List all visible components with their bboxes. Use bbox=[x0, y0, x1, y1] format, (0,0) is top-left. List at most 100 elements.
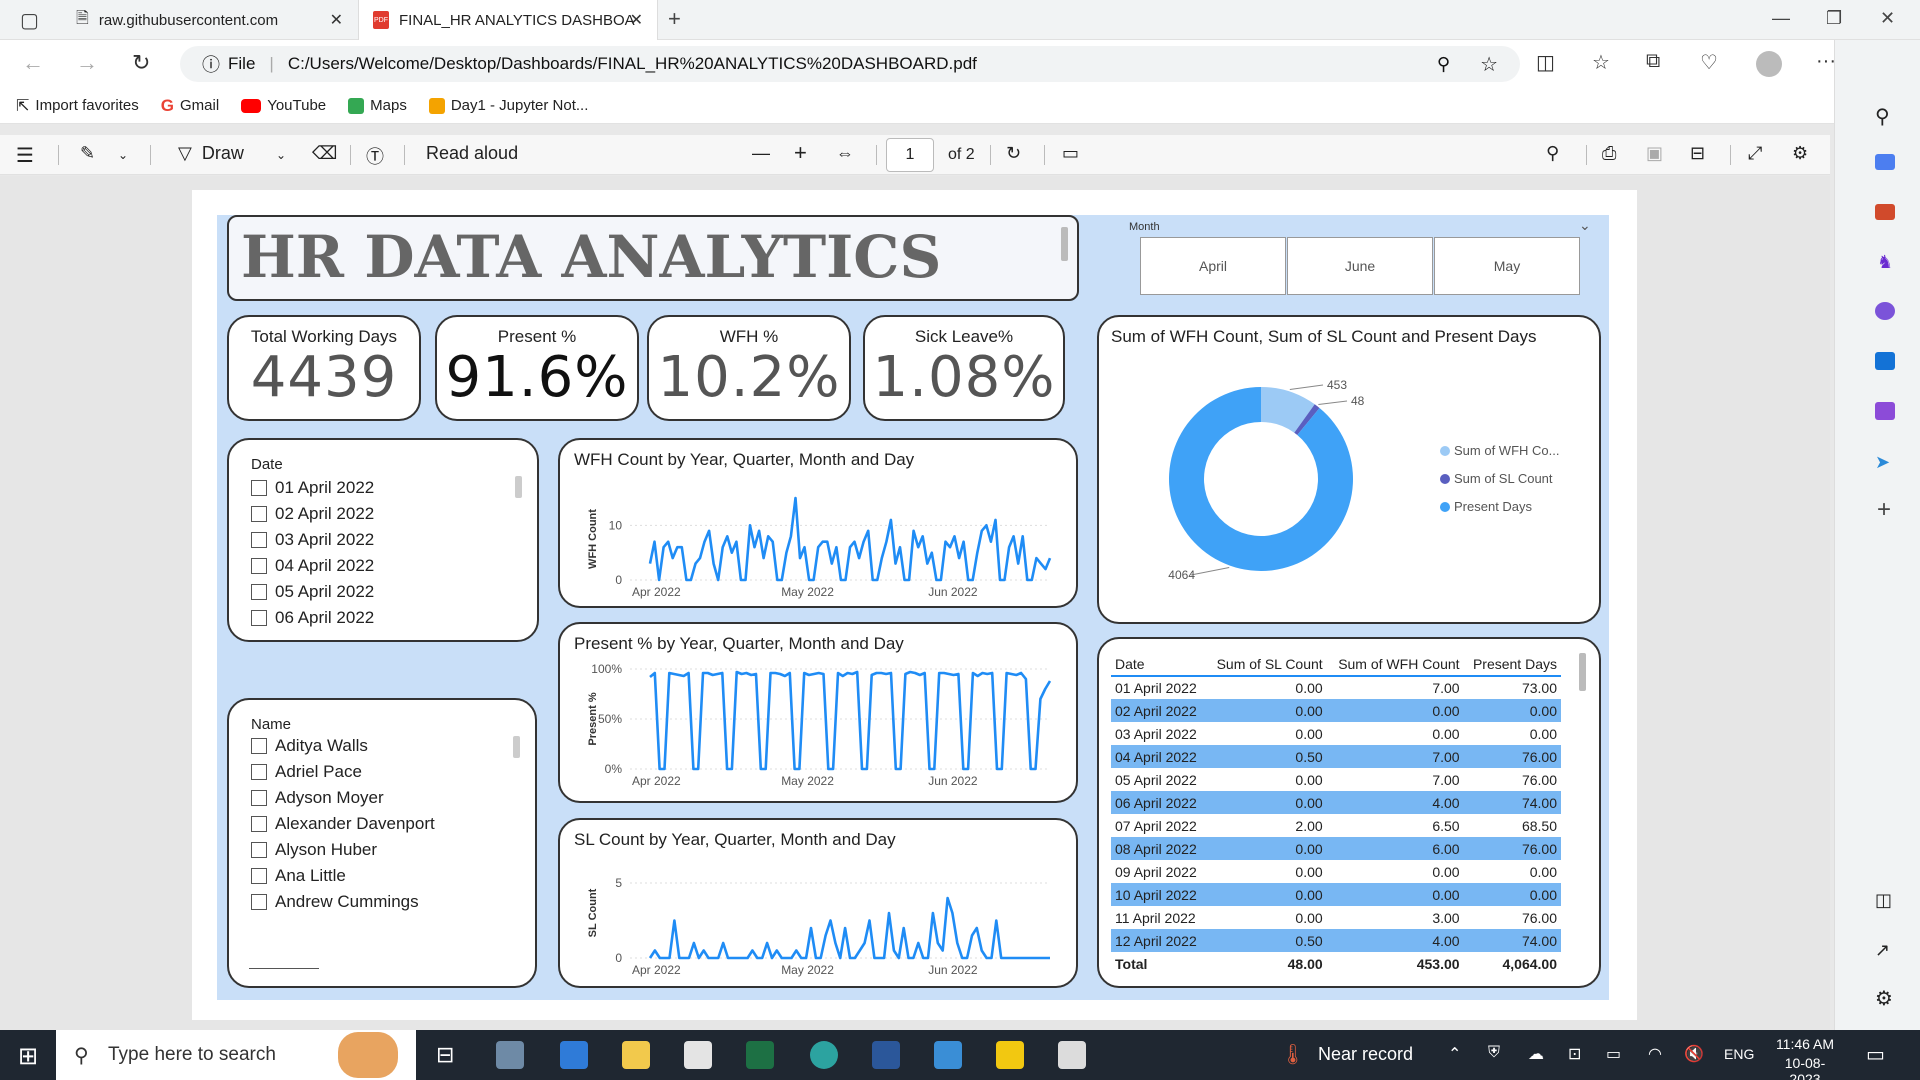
search-icon[interactable]: ⚲ bbox=[1875, 104, 1890, 129]
designer-icon[interactable] bbox=[1875, 402, 1895, 420]
split-screen-icon[interactable]: ◫ bbox=[1536, 50, 1555, 75]
store-icon[interactable] bbox=[684, 1041, 712, 1069]
column-header[interactable]: Sum of WFH Count bbox=[1326, 653, 1464, 677]
series-line[interactable] bbox=[649, 670, 1052, 771]
date-slicer-item[interactable]: 03 April 2022 bbox=[251, 530, 374, 550]
browser-essentials-icon[interactable]: ♡ bbox=[1700, 50, 1718, 75]
file-explorer-icon[interactable] bbox=[622, 1041, 650, 1069]
zoom-out-icon[interactable]: — bbox=[752, 143, 770, 164]
new-tab-icon[interactable]: + bbox=[668, 6, 681, 32]
windows-start-icon[interactable]: ⊞ bbox=[18, 1042, 38, 1071]
checkbox[interactable] bbox=[251, 584, 267, 600]
read-aloud-button[interactable]: Read aloud bbox=[426, 143, 518, 164]
device-icon[interactable]: ⊡ bbox=[1568, 1044, 1581, 1064]
word-icon[interactable] bbox=[872, 1041, 900, 1069]
legend-label[interactable]: Present Days bbox=[1454, 499, 1533, 514]
zoom-icon[interactable]: ⚲ bbox=[1437, 54, 1450, 75]
weather-text[interactable]: Near record bbox=[1318, 1044, 1413, 1065]
cloud-icon[interactable]: ☁ bbox=[1528, 1044, 1544, 1064]
checkbox[interactable] bbox=[251, 610, 267, 626]
toolbox-icon[interactable] bbox=[1875, 204, 1895, 220]
series-line[interactable] bbox=[648, 896, 1050, 960]
rotate-icon[interactable]: ↻ bbox=[1006, 143, 1021, 164]
favorite-star-icon[interactable]: ☆ bbox=[1480, 52, 1498, 77]
tab-raw-github[interactable]: 🗎 raw.githubusercontent.com ✕ bbox=[62, 0, 357, 40]
draw-button[interactable]: ▽ Draw bbox=[178, 143, 244, 164]
outlook-icon[interactable] bbox=[1875, 352, 1895, 370]
settings-gear-icon[interactable]: ⚙ bbox=[1875, 986, 1893, 1011]
table-scrollbar[interactable] bbox=[1579, 653, 1586, 691]
checkbox[interactable] bbox=[251, 764, 267, 780]
add-icon[interactable]: + bbox=[1877, 496, 1891, 524]
snipping-icon[interactable] bbox=[934, 1041, 962, 1069]
checkbox[interactable] bbox=[251, 558, 267, 574]
chevron-down-icon[interactable]: ⌄ bbox=[118, 148, 128, 162]
checkbox[interactable] bbox=[251, 868, 267, 884]
back-icon[interactable]: ← bbox=[22, 50, 44, 76]
address-field[interactable]: ⓘ File | C:/Users/Welcome/Desktop/Dashbo… bbox=[180, 46, 1520, 82]
save-as-icon[interactable]: ⊟ bbox=[1690, 143, 1705, 164]
month-option-may[interactable]: May bbox=[1434, 237, 1580, 295]
chevron-down-icon[interactable]: ⌄ bbox=[276, 148, 286, 162]
date-slicer-item[interactable]: 05 April 2022 bbox=[251, 582, 374, 602]
profile-avatar[interactable] bbox=[1756, 51, 1782, 77]
send-icon[interactable]: ➤ bbox=[1875, 452, 1890, 473]
chevron-up-icon[interactable]: ⌃ bbox=[1448, 1044, 1461, 1064]
title-scrollbar[interactable] bbox=[1061, 227, 1068, 261]
date-slicer-item[interactable]: 04 April 2022 bbox=[251, 556, 374, 576]
zoom-in-icon[interactable]: + bbox=[794, 140, 807, 166]
name-slicer-item[interactable]: Adyson Moyer bbox=[251, 788, 384, 808]
defender-icon[interactable]: ⛨ bbox=[1488, 1044, 1500, 1062]
column-header[interactable]: Sum of SL Count bbox=[1205, 653, 1327, 677]
close-window-icon[interactable]: ✕ bbox=[1880, 8, 1895, 29]
legend-label[interactable]: Sum of WFH Co... bbox=[1454, 443, 1559, 458]
chevron-down-icon[interactable]: ⌄ bbox=[1579, 217, 1591, 234]
checkbox[interactable] bbox=[251, 842, 267, 858]
games-icon[interactable]: ♞ bbox=[1877, 252, 1893, 273]
print-icon[interactable]: ⎙ bbox=[1602, 143, 1616, 164]
notification-icon[interactable]: ▭ bbox=[1866, 1042, 1885, 1067]
bookmark-maps[interactable]: Maps bbox=[348, 97, 407, 114]
find-icon[interactable]: ⚲ bbox=[1546, 143, 1559, 164]
name-slicer-item[interactable]: Ana Little bbox=[251, 866, 346, 886]
month-option-june[interactable]: June bbox=[1287, 237, 1433, 295]
security-icon[interactable] bbox=[1058, 1041, 1086, 1069]
checkbox[interactable] bbox=[251, 506, 267, 522]
fit-page-icon[interactable]: ⇔ bbox=[836, 143, 854, 164]
mail-icon[interactable] bbox=[560, 1041, 588, 1069]
date-slicer-item[interactable]: 06 April 2022 bbox=[251, 608, 374, 628]
shopping-tag-icon[interactable] bbox=[1875, 154, 1895, 170]
wifi-icon[interactable]: ◠ bbox=[1648, 1044, 1662, 1064]
highlight-icon[interactable]: ✎ bbox=[80, 143, 95, 164]
checkbox[interactable] bbox=[251, 894, 267, 910]
name-slicer-item[interactable]: Alexander Davenport bbox=[251, 814, 435, 834]
restore-icon[interactable]: ❐ bbox=[1826, 8, 1842, 29]
more-icon[interactable]: ··· bbox=[1816, 50, 1836, 73]
legend-label[interactable]: Sum of SL Count bbox=[1454, 471, 1553, 486]
checkbox[interactable] bbox=[251, 816, 267, 832]
bookmark-import-favorites[interactable]: ⇱ Import favorites bbox=[16, 96, 139, 116]
close-icon[interactable]: ✕ bbox=[330, 10, 343, 30]
tools-app-icon[interactable] bbox=[496, 1041, 524, 1069]
settings-gear-icon[interactable]: ⚙ bbox=[1792, 143, 1808, 164]
tab-actions-icon[interactable]: ▢ bbox=[20, 8, 39, 33]
taskbar-search[interactable]: ⚲ Type here to search bbox=[56, 1030, 416, 1080]
name-slicer-item[interactable]: Aditya Walls bbox=[251, 736, 368, 756]
refresh-icon[interactable]: ↻ bbox=[132, 50, 150, 76]
page-view-icon[interactable]: ▭ bbox=[1062, 143, 1079, 164]
name-slicer-item[interactable]: Adriel Pace bbox=[251, 762, 362, 782]
name-slicer-item[interactable]: Alyson Huber bbox=[251, 840, 377, 860]
power-bi-icon[interactable] bbox=[996, 1041, 1024, 1069]
edge-icon[interactable] bbox=[810, 1041, 838, 1069]
save-icon[interactable]: ▣ bbox=[1646, 143, 1663, 164]
column-header[interactable]: Date bbox=[1111, 653, 1206, 677]
contents-icon[interactable]: ☰ bbox=[16, 143, 34, 168]
series-line[interactable] bbox=[648, 496, 1052, 582]
checkbox[interactable] bbox=[251, 738, 267, 754]
column-header[interactable]: Present Days bbox=[1463, 653, 1561, 677]
bookmark-jupyter[interactable]: Day1 - Jupyter Not... bbox=[428, 97, 588, 114]
checkbox[interactable] bbox=[251, 480, 267, 496]
erase-icon[interactable]: ⌫ bbox=[312, 143, 337, 164]
checkbox[interactable] bbox=[251, 532, 267, 548]
excel-icon[interactable] bbox=[746, 1041, 774, 1069]
